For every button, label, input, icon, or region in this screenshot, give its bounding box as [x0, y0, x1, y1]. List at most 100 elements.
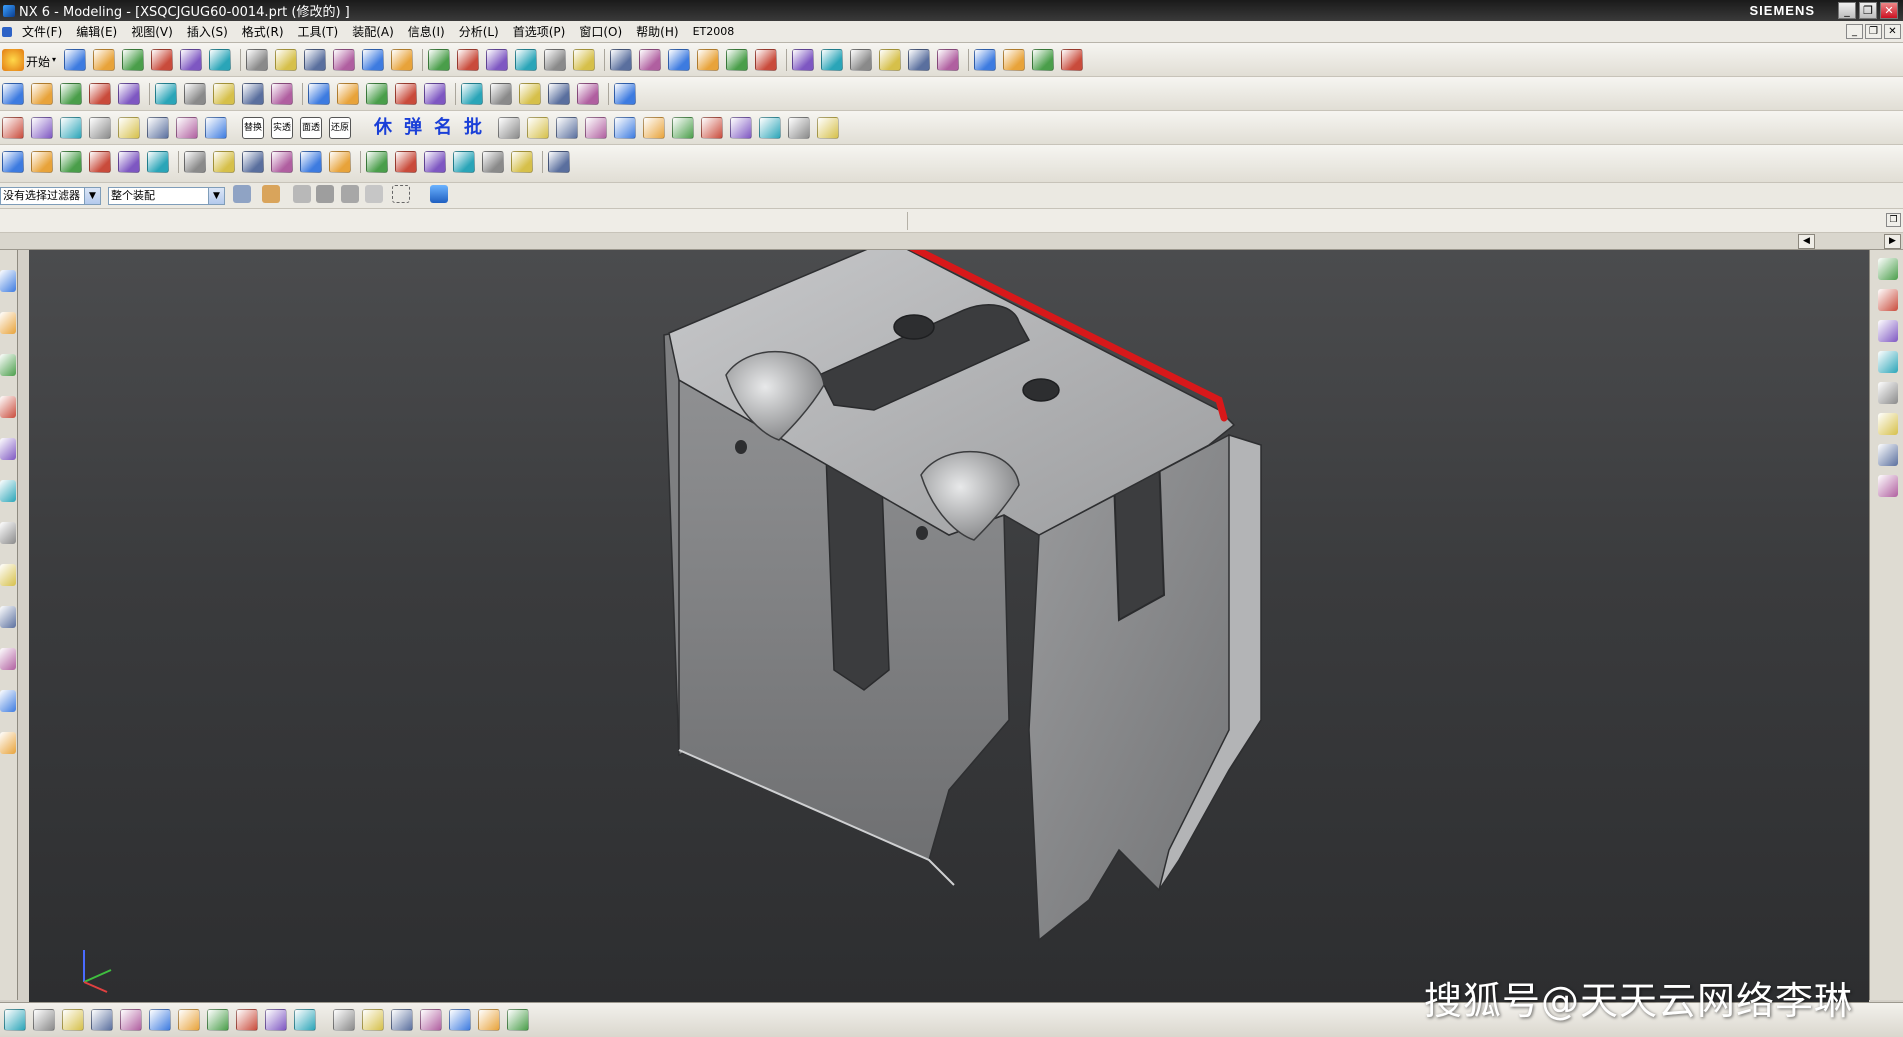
assembly-tool-icon[interactable]: [449, 1009, 471, 1031]
cut-icon[interactable]: [151, 49, 173, 71]
palette-tool-icon[interactable]: [1878, 413, 1898, 435]
resource-tab-icon[interactable]: [0, 732, 16, 754]
boss-icon[interactable]: [184, 83, 206, 105]
visualization-tool-icon[interactable]: [817, 117, 839, 139]
assembly-tool-icon[interactable]: [333, 1009, 355, 1031]
menu-et2008[interactable]: ET2008: [686, 25, 742, 38]
point-set-icon[interactable]: [908, 49, 930, 71]
datum-csys-icon[interactable]: [850, 49, 872, 71]
doc-close-button[interactable]: ✕: [1884, 24, 1901, 39]
type-filter-select[interactable]: 没有选择过滤器 ▼: [0, 187, 101, 205]
resource-tab-icon[interactable]: [0, 396, 16, 418]
surface-tool-icon[interactable]: [147, 117, 169, 139]
display-mode-button[interactable]: 实透: [271, 117, 293, 139]
revolve-icon[interactable]: [60, 83, 82, 105]
start-label[interactable]: 开始: [26, 53, 50, 70]
resource-tab-icon[interactable]: [0, 480, 16, 502]
doc-restore-button[interactable]: ❐: [1865, 24, 1882, 39]
visualization-tool-icon[interactable]: [672, 117, 694, 139]
resource-tab-icon[interactable]: [0, 522, 16, 544]
menu-file[interactable]: 文件(F): [15, 23, 69, 40]
polygon-icon[interactable]: [184, 151, 206, 173]
rectangle-icon[interactable]: [147, 151, 169, 173]
custom-command-button[interactable]: 批: [462, 117, 484, 139]
fillet-curve-icon[interactable]: [424, 151, 446, 173]
menu-tools[interactable]: 工具(T): [291, 23, 346, 40]
visualization-tool-icon[interactable]: [730, 117, 752, 139]
assembly-tool-icon[interactable]: [91, 1009, 113, 1031]
feature-rule-icon[interactable]: [365, 185, 383, 203]
surface-tool-icon[interactable]: [118, 117, 140, 139]
circle-icon[interactable]: [482, 151, 504, 173]
selection-intent-icon[interactable]: [262, 185, 280, 203]
block-icon[interactable]: [118, 83, 140, 105]
bridge-curve-icon[interactable]: [300, 151, 322, 173]
wrench-icon[interactable]: [362, 49, 384, 71]
orient-icon[interactable]: [755, 49, 777, 71]
nx-app-icon[interactable]: [3, 4, 15, 17]
line-icon[interactable]: [2, 151, 24, 173]
edge-blend-icon[interactable]: [337, 83, 359, 105]
pocket-icon[interactable]: [213, 83, 235, 105]
palette-tool-icon[interactable]: [1878, 289, 1898, 311]
pan-icon[interactable]: [544, 49, 566, 71]
custom-command-button[interactable]: 名: [432, 117, 454, 139]
custom-command-button[interactable]: 弹: [402, 117, 424, 139]
assembly-tool-icon[interactable]: [265, 1009, 287, 1031]
thicken-icon[interactable]: [424, 83, 446, 105]
assembly-tool-icon[interactable]: [149, 1009, 171, 1031]
shaded-cube-icon[interactable]: [610, 49, 632, 71]
divide-curve-icon[interactable]: [453, 151, 475, 173]
face-blend-icon[interactable]: [271, 83, 293, 105]
offset-face-icon[interactable]: [461, 83, 483, 105]
zoom-area-icon[interactable]: [428, 49, 450, 71]
resource-tab-icon[interactable]: [0, 648, 16, 670]
pattern-icon[interactable]: [519, 83, 541, 105]
corner-icon[interactable]: [118, 151, 140, 173]
undo-select-icon[interactable]: [293, 185, 311, 203]
visualization-tool-icon[interactable]: [759, 117, 781, 139]
display-mode-button[interactable]: 替换: [242, 117, 264, 139]
snap-point-icon[interactable]: [316, 185, 334, 203]
doc-minimize-button[interactable]: _: [1846, 24, 1863, 39]
menu-window[interactable]: 窗口(O): [572, 23, 629, 40]
visualization-tool-icon[interactable]: [788, 117, 810, 139]
join-curve-icon[interactable]: [329, 151, 351, 173]
paste-icon[interactable]: [209, 49, 231, 71]
text-A-icon[interactable]: [89, 151, 111, 173]
curve-rule-icon[interactable]: [341, 185, 359, 203]
assembly-tool-icon[interactable]: [4, 1009, 26, 1031]
sweep-icon[interactable]: [89, 83, 111, 105]
command-finder-icon[interactable]: [333, 49, 355, 71]
offset-curve-icon[interactable]: [271, 151, 293, 173]
view-orient-icon[interactable]: [573, 49, 595, 71]
display-mode-button[interactable]: 还原: [329, 117, 351, 139]
visualization-tool-icon[interactable]: [701, 117, 723, 139]
sketch-icon[interactable]: [2, 83, 24, 105]
mirror-icon[interactable]: [490, 83, 512, 105]
assembly-tool-icon[interactable]: [478, 1009, 500, 1031]
menu-analysis[interactable]: 分析(L): [452, 23, 506, 40]
display-mode-button[interactable]: 面透: [300, 117, 322, 139]
assembly-tool-icon[interactable]: [294, 1009, 316, 1031]
datum-plane-icon[interactable]: [308, 83, 330, 105]
display-box-icon[interactable]: [697, 49, 719, 71]
trim-curve-icon[interactable]: [366, 151, 388, 173]
resource-tab-icon[interactable]: [0, 354, 16, 376]
minimize-button[interactable]: _: [1838, 2, 1856, 19]
render-style-icon[interactable]: [639, 49, 661, 71]
ruler-icon[interactable]: [1032, 49, 1054, 71]
general-selection-icon[interactable]: [233, 185, 251, 203]
chevron-down-icon[interactable]: ▼: [84, 188, 100, 204]
menu-assemblies[interactable]: 装配(A): [345, 23, 401, 40]
menu-view[interactable]: 视图(V): [124, 23, 180, 40]
assembly-tool-icon[interactable]: [420, 1009, 442, 1031]
surface-tool-icon[interactable]: [60, 117, 82, 139]
cue-restore-button[interactable]: ❐: [1886, 213, 1901, 227]
palette-tool-icon[interactable]: [1878, 444, 1898, 466]
resource-tab-icon[interactable]: [0, 270, 16, 292]
visualization-tool-icon[interactable]: [585, 117, 607, 139]
selection-scope-select[interactable]: 整个装配 ▼: [108, 187, 225, 205]
custom-command-button[interactable]: 休: [372, 117, 394, 139]
scroll-right-button[interactable]: ▶: [1884, 234, 1901, 249]
